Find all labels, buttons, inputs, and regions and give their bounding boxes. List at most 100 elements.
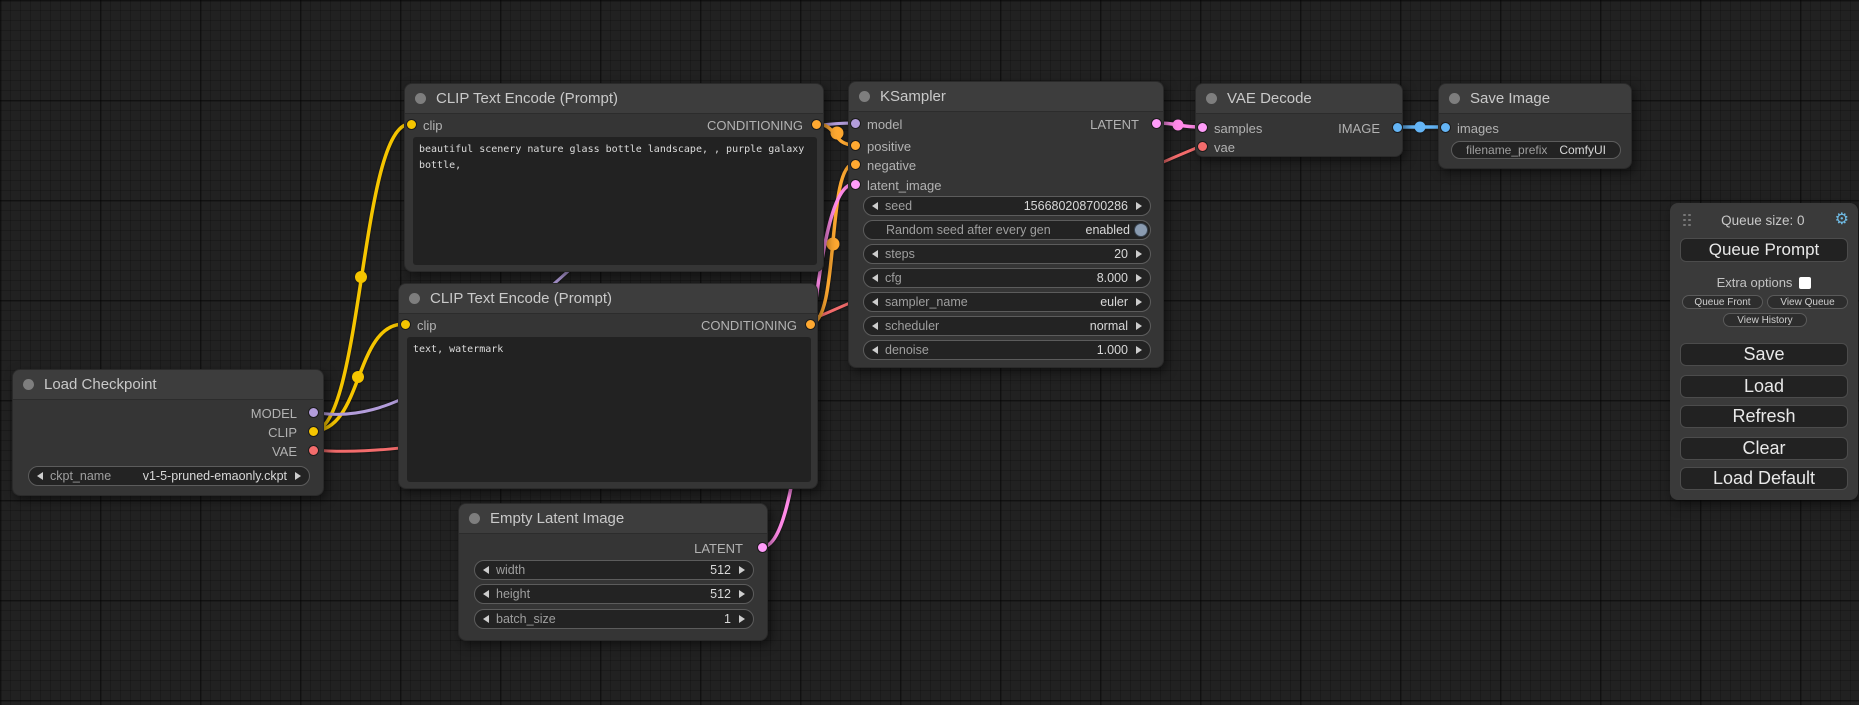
node-load-checkpoint-titlebar[interactable]: Load Checkpoint (13, 370, 323, 400)
prev-value-arrow-icon[interactable] (872, 298, 878, 306)
prev-value-arrow-icon[interactable] (872, 250, 878, 258)
settings-gear-icon[interactable]: ⚙ (1835, 212, 1849, 228)
output-slot-vae[interactable] (308, 445, 319, 456)
next-value-arrow-icon[interactable] (739, 615, 745, 623)
collapse-dot-icon[interactable] (469, 513, 480, 524)
link-dot-latent (1173, 120, 1184, 131)
widget-cfg[interactable]: cfg 8.000 (863, 268, 1151, 288)
node-clip-positive-titlebar[interactable]: CLIP Text Encode (Prompt) (405, 84, 823, 114)
collapse-dot-icon[interactable] (415, 93, 426, 104)
prev-value-arrow-icon[interactable] (483, 590, 489, 598)
collapse-dot-icon[interactable] (409, 293, 420, 304)
node-vae-decode-titlebar[interactable]: VAE Decode (1196, 84, 1402, 114)
drag-handle-icon[interactable] (1683, 214, 1691, 227)
widget-batch-size[interactable]: batch_size 1 (474, 609, 754, 629)
input-slot-samples[interactable] (1197, 122, 1208, 133)
widget-width[interactable]: width 512 (474, 560, 754, 580)
clear-button[interactable]: Clear (1680, 437, 1848, 460)
positive-prompt-textarea[interactable]: beautiful scenery nature glass bottle la… (413, 137, 817, 265)
output-slot-clip[interactable] (308, 426, 319, 437)
output-slot-model[interactable] (308, 407, 319, 418)
link-dot-clip-2 (352, 371, 364, 383)
next-value-arrow-icon[interactable] (739, 590, 745, 598)
collapse-dot-icon[interactable] (1206, 93, 1217, 104)
widget-value: 512 (710, 563, 731, 577)
node-save-image: Save Image images filename_prefix ComfyU… (1438, 83, 1632, 169)
view-history-button[interactable]: View History (1723, 313, 1807, 327)
input-slot-vae[interactable] (1197, 141, 1208, 152)
output-slot-conditioning[interactable] (811, 119, 822, 130)
input-label-images: images (1457, 121, 1499, 136)
input-slot-images[interactable] (1440, 122, 1451, 133)
node-ksampler-titlebar[interactable]: KSampler (849, 82, 1163, 112)
node-vae-decode: VAE Decode samples vae IMAGE (1195, 83, 1403, 157)
prev-value-arrow-icon[interactable] (872, 274, 878, 282)
queue-front-button[interactable]: Queue Front (1682, 295, 1763, 309)
collapse-dot-icon[interactable] (23, 379, 34, 390)
widget-filename-prefix[interactable]: filename_prefix ComfyUI (1451, 141, 1621, 159)
prev-value-arrow-icon[interactable] (37, 472, 43, 480)
load-default-button[interactable]: Load Default (1680, 467, 1848, 490)
negative-prompt-textarea[interactable]: text, watermark (407, 337, 811, 482)
next-value-arrow-icon[interactable] (295, 472, 301, 480)
node-empty-latent-titlebar[interactable]: Empty Latent Image (459, 504, 767, 534)
view-queue-button[interactable]: View Queue (1767, 295, 1848, 309)
link-dot-clip-1 (355, 271, 367, 283)
widget-scheduler[interactable]: scheduler normal (863, 316, 1151, 336)
output-slot-image[interactable] (1392, 122, 1403, 133)
input-slot-latent-image[interactable] (850, 179, 861, 190)
widget-value: ComfyUI (1559, 143, 1606, 157)
comfyui-canvas[interactable]: { "nodes": { "load_checkpoint": { "title… (0, 0, 1859, 705)
output-slot-latent[interactable] (1151, 118, 1162, 129)
widget-random-seed[interactable]: Random seed after every gen enabled (863, 220, 1151, 240)
next-value-arrow-icon[interactable] (1136, 346, 1142, 354)
widget-denoise[interactable]: denoise 1.000 (863, 340, 1151, 360)
load-button[interactable]: Load (1680, 375, 1848, 398)
widget-label: filename_prefix (1466, 143, 1547, 157)
random-seed-toggle[interactable] (1134, 223, 1148, 237)
widget-steps[interactable]: steps 20 (863, 244, 1151, 264)
widget-value: v1-5-pruned-emaonly.ckpt (143, 469, 287, 483)
save-button[interactable]: Save (1680, 343, 1848, 366)
input-slot-negative[interactable] (850, 159, 861, 170)
widget-sampler-name[interactable]: sampler_name euler (863, 292, 1151, 312)
node-clip-negative-titlebar[interactable]: CLIP Text Encode (Prompt) (399, 284, 817, 314)
prev-value-arrow-icon[interactable] (483, 566, 489, 574)
next-value-arrow-icon[interactable] (1136, 298, 1142, 306)
next-value-arrow-icon[interactable] (1136, 250, 1142, 258)
widget-value: 512 (710, 587, 731, 601)
widget-seed[interactable]: seed 156680208700286 (863, 196, 1151, 216)
node-title: CLIP Text Encode (Prompt) (436, 90, 618, 107)
prev-value-arrow-icon[interactable] (872, 346, 878, 354)
widget-value: euler (1100, 295, 1128, 309)
collapse-dot-icon[interactable] (859, 91, 870, 102)
output-label-latent: LATENT (1090, 117, 1139, 132)
link-dot-image (1415, 122, 1426, 133)
input-slot-clip[interactable] (406, 119, 417, 130)
queue-size-label: Queue size: 0 (1691, 213, 1835, 228)
next-value-arrow-icon[interactable] (739, 566, 745, 574)
next-value-arrow-icon[interactable] (1136, 202, 1142, 210)
refresh-button[interactable]: Refresh (1680, 405, 1848, 428)
input-slot-clip[interactable] (400, 319, 411, 330)
node-save-image-titlebar[interactable]: Save Image (1439, 84, 1631, 114)
input-slot-model[interactable] (850, 118, 861, 129)
next-value-arrow-icon[interactable] (1136, 322, 1142, 330)
extra-options-checkbox[interactable] (1799, 277, 1811, 289)
widget-label: steps (885, 247, 915, 261)
prev-value-arrow-icon[interactable] (872, 202, 878, 210)
widget-ckpt-name[interactable]: ckpt_name v1-5-pruned-emaonly.ckpt (28, 466, 310, 486)
prev-value-arrow-icon[interactable] (483, 615, 489, 623)
collapse-dot-icon[interactable] (1449, 93, 1460, 104)
prev-value-arrow-icon[interactable] (872, 322, 878, 330)
queue-prompt-button[interactable]: Queue Prompt (1680, 238, 1848, 262)
next-value-arrow-icon[interactable] (1136, 274, 1142, 282)
widget-height[interactable]: height 512 (474, 584, 754, 604)
widget-label: width (496, 563, 525, 577)
node-clip-encode-positive: CLIP Text Encode (Prompt) clip CONDITION… (404, 83, 824, 272)
input-slot-positive[interactable] (850, 140, 861, 151)
output-slot-conditioning[interactable] (805, 319, 816, 330)
output-slot-latent[interactable] (757, 542, 768, 553)
extra-options-row: Extra options (1670, 275, 1858, 290)
node-empty-latent-image: Empty Latent Image LATENT width 512 heig… (458, 503, 768, 641)
